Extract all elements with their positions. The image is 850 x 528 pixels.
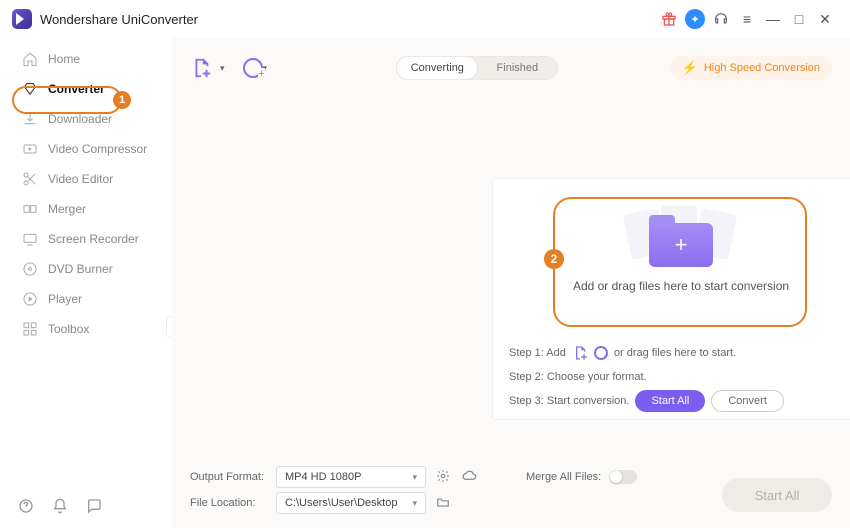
sidebar-item-compressor[interactable]: Video Compressor [0, 134, 172, 164]
output-format-label: Output Format: [190, 471, 268, 483]
merge-files-label: Merge All Files: [526, 471, 601, 483]
footer-icons [18, 498, 102, 518]
drop-panel: + Add or drag files here to start conver… [492, 178, 850, 420]
maximize-button[interactable]: □ [786, 6, 812, 32]
user-account-icon[interactable]: ✦ [682, 6, 708, 32]
chevron-down-icon: ▾ [412, 498, 417, 509]
file-location-value: C:\Users\User\Desktop [285, 497, 397, 509]
help-icon[interactable] [18, 498, 34, 518]
sidebar-item-label: Merger [48, 202, 86, 216]
recorder-icon [22, 231, 38, 247]
sidebar-item-downloader[interactable]: Downloader [0, 104, 172, 134]
sidebar-item-player[interactable]: Player [0, 284, 172, 314]
step1-text-b: or drag files here to start. [614, 347, 736, 359]
app-name: Wondershare UniConverter [40, 12, 198, 27]
steps-guide: Step 1: Add or drag files here to start.… [509, 341, 784, 413]
disc-icon [22, 261, 38, 277]
title-bar: Wondershare UniConverter ✦ ≡ — □ ✕ [0, 0, 850, 38]
add-file-caret[interactable]: ▾ [220, 63, 225, 74]
bell-icon[interactable] [52, 498, 68, 518]
annotation-badge-1: 1 [113, 91, 131, 109]
bolt-icon: ⚡ [682, 60, 698, 76]
merger-icon [22, 201, 38, 217]
add-disc-button[interactable] [243, 58, 263, 78]
add-file-button[interactable] [190, 57, 214, 79]
step2-text: Step 2: Choose your format. [509, 371, 647, 383]
feedback-icon[interactable] [86, 498, 102, 518]
grid-icon [22, 321, 38, 337]
converter-icon [22, 81, 38, 97]
sidebar-item-label: Home [48, 52, 80, 66]
folder-icon: + [649, 223, 713, 267]
app-logo-icon [12, 9, 32, 29]
file-location-label: File Location: [190, 497, 268, 509]
support-icon[interactable] [708, 6, 734, 32]
top-toolbar: ▾ ▾ Converting Finished ⚡ High Speed Con… [190, 50, 832, 86]
close-button[interactable]: ✕ [812, 6, 838, 32]
sidebar-item-editor[interactable]: Video Editor [0, 164, 172, 194]
mini-file-icon [572, 345, 588, 361]
home-icon [22, 51, 38, 67]
sidebar-item-recorder[interactable]: Screen Recorder [0, 224, 172, 254]
mini-disc-icon [594, 346, 608, 360]
sidebar-item-label: Video Editor [48, 172, 113, 186]
drop-zone[interactable]: + Add or drag files here to start conver… [493, 205, 850, 293]
play-icon [22, 291, 38, 307]
bottom-bar: Output Format: MP4 HD 1080P ▾ Merge All … [172, 456, 850, 528]
status-tabs: Converting Finished [396, 56, 558, 80]
menu-icon[interactable]: ≡ [734, 6, 760, 32]
sidebar-item-label: Player [48, 292, 82, 306]
sidebar-item-dvd[interactable]: DVD Burner [0, 254, 172, 284]
file-location-select[interactable]: C:\Users\User\Desktop ▾ [276, 492, 426, 514]
download-icon [22, 111, 38, 127]
cloud-icon[interactable] [460, 468, 478, 486]
tab-finished[interactable]: Finished [477, 57, 557, 79]
sidebar-item-home[interactable]: Home [0, 44, 172, 74]
output-format-select[interactable]: MP4 HD 1080P ▾ [276, 466, 426, 488]
chevron-down-icon: ▾ [412, 472, 417, 483]
sidebar-item-label: Converter [48, 82, 105, 96]
convert-button[interactable]: Convert [711, 390, 784, 412]
sidebar-item-label: Toolbox [48, 322, 89, 336]
hsconv-label: High Speed Conversion [704, 62, 820, 74]
sidebar: Home Converter Downloader Video Compress… [0, 38, 172, 528]
high-speed-conversion-button[interactable]: ⚡ High Speed Conversion [670, 56, 832, 80]
annotation-badge-2: 2 [544, 249, 564, 269]
output-format-value: MP4 HD 1080P [285, 471, 361, 483]
file-ghosts-icon: + [621, 205, 741, 265]
scissors-icon [22, 171, 38, 187]
sidebar-item-converter[interactable]: Converter [0, 74, 172, 104]
sidebar-item-label: Downloader [48, 112, 112, 126]
main-panel: ▾ ▾ Converting Finished ⚡ High Speed Con… [172, 38, 850, 528]
merge-files-switch[interactable] [609, 470, 637, 484]
sidebar-item-merger[interactable]: Merger [0, 194, 172, 224]
drop-text: Add or drag files here to start conversi… [573, 279, 789, 293]
step1-text-a: Step 1: Add [509, 347, 566, 359]
tab-converting[interactable]: Converting [397, 57, 477, 79]
sidebar-item-label: Video Compressor [48, 142, 147, 156]
open-folder-icon[interactable] [434, 495, 452, 512]
compressor-icon [22, 141, 38, 157]
sidebar-item-toolbox[interactable]: Toolbox [0, 314, 172, 344]
sidebar-item-label: Screen Recorder [48, 232, 139, 246]
settings-gear-icon[interactable] [434, 469, 452, 486]
step3-text: Step 3: Start conversion. [509, 395, 629, 407]
start-all-button[interactable]: Start All [722, 478, 832, 512]
sidebar-item-label: DVD Burner [48, 262, 113, 276]
minimize-button[interactable]: — [760, 6, 786, 32]
start-all-button-inline[interactable]: Start All [635, 390, 705, 412]
gift-icon[interactable] [656, 6, 682, 32]
